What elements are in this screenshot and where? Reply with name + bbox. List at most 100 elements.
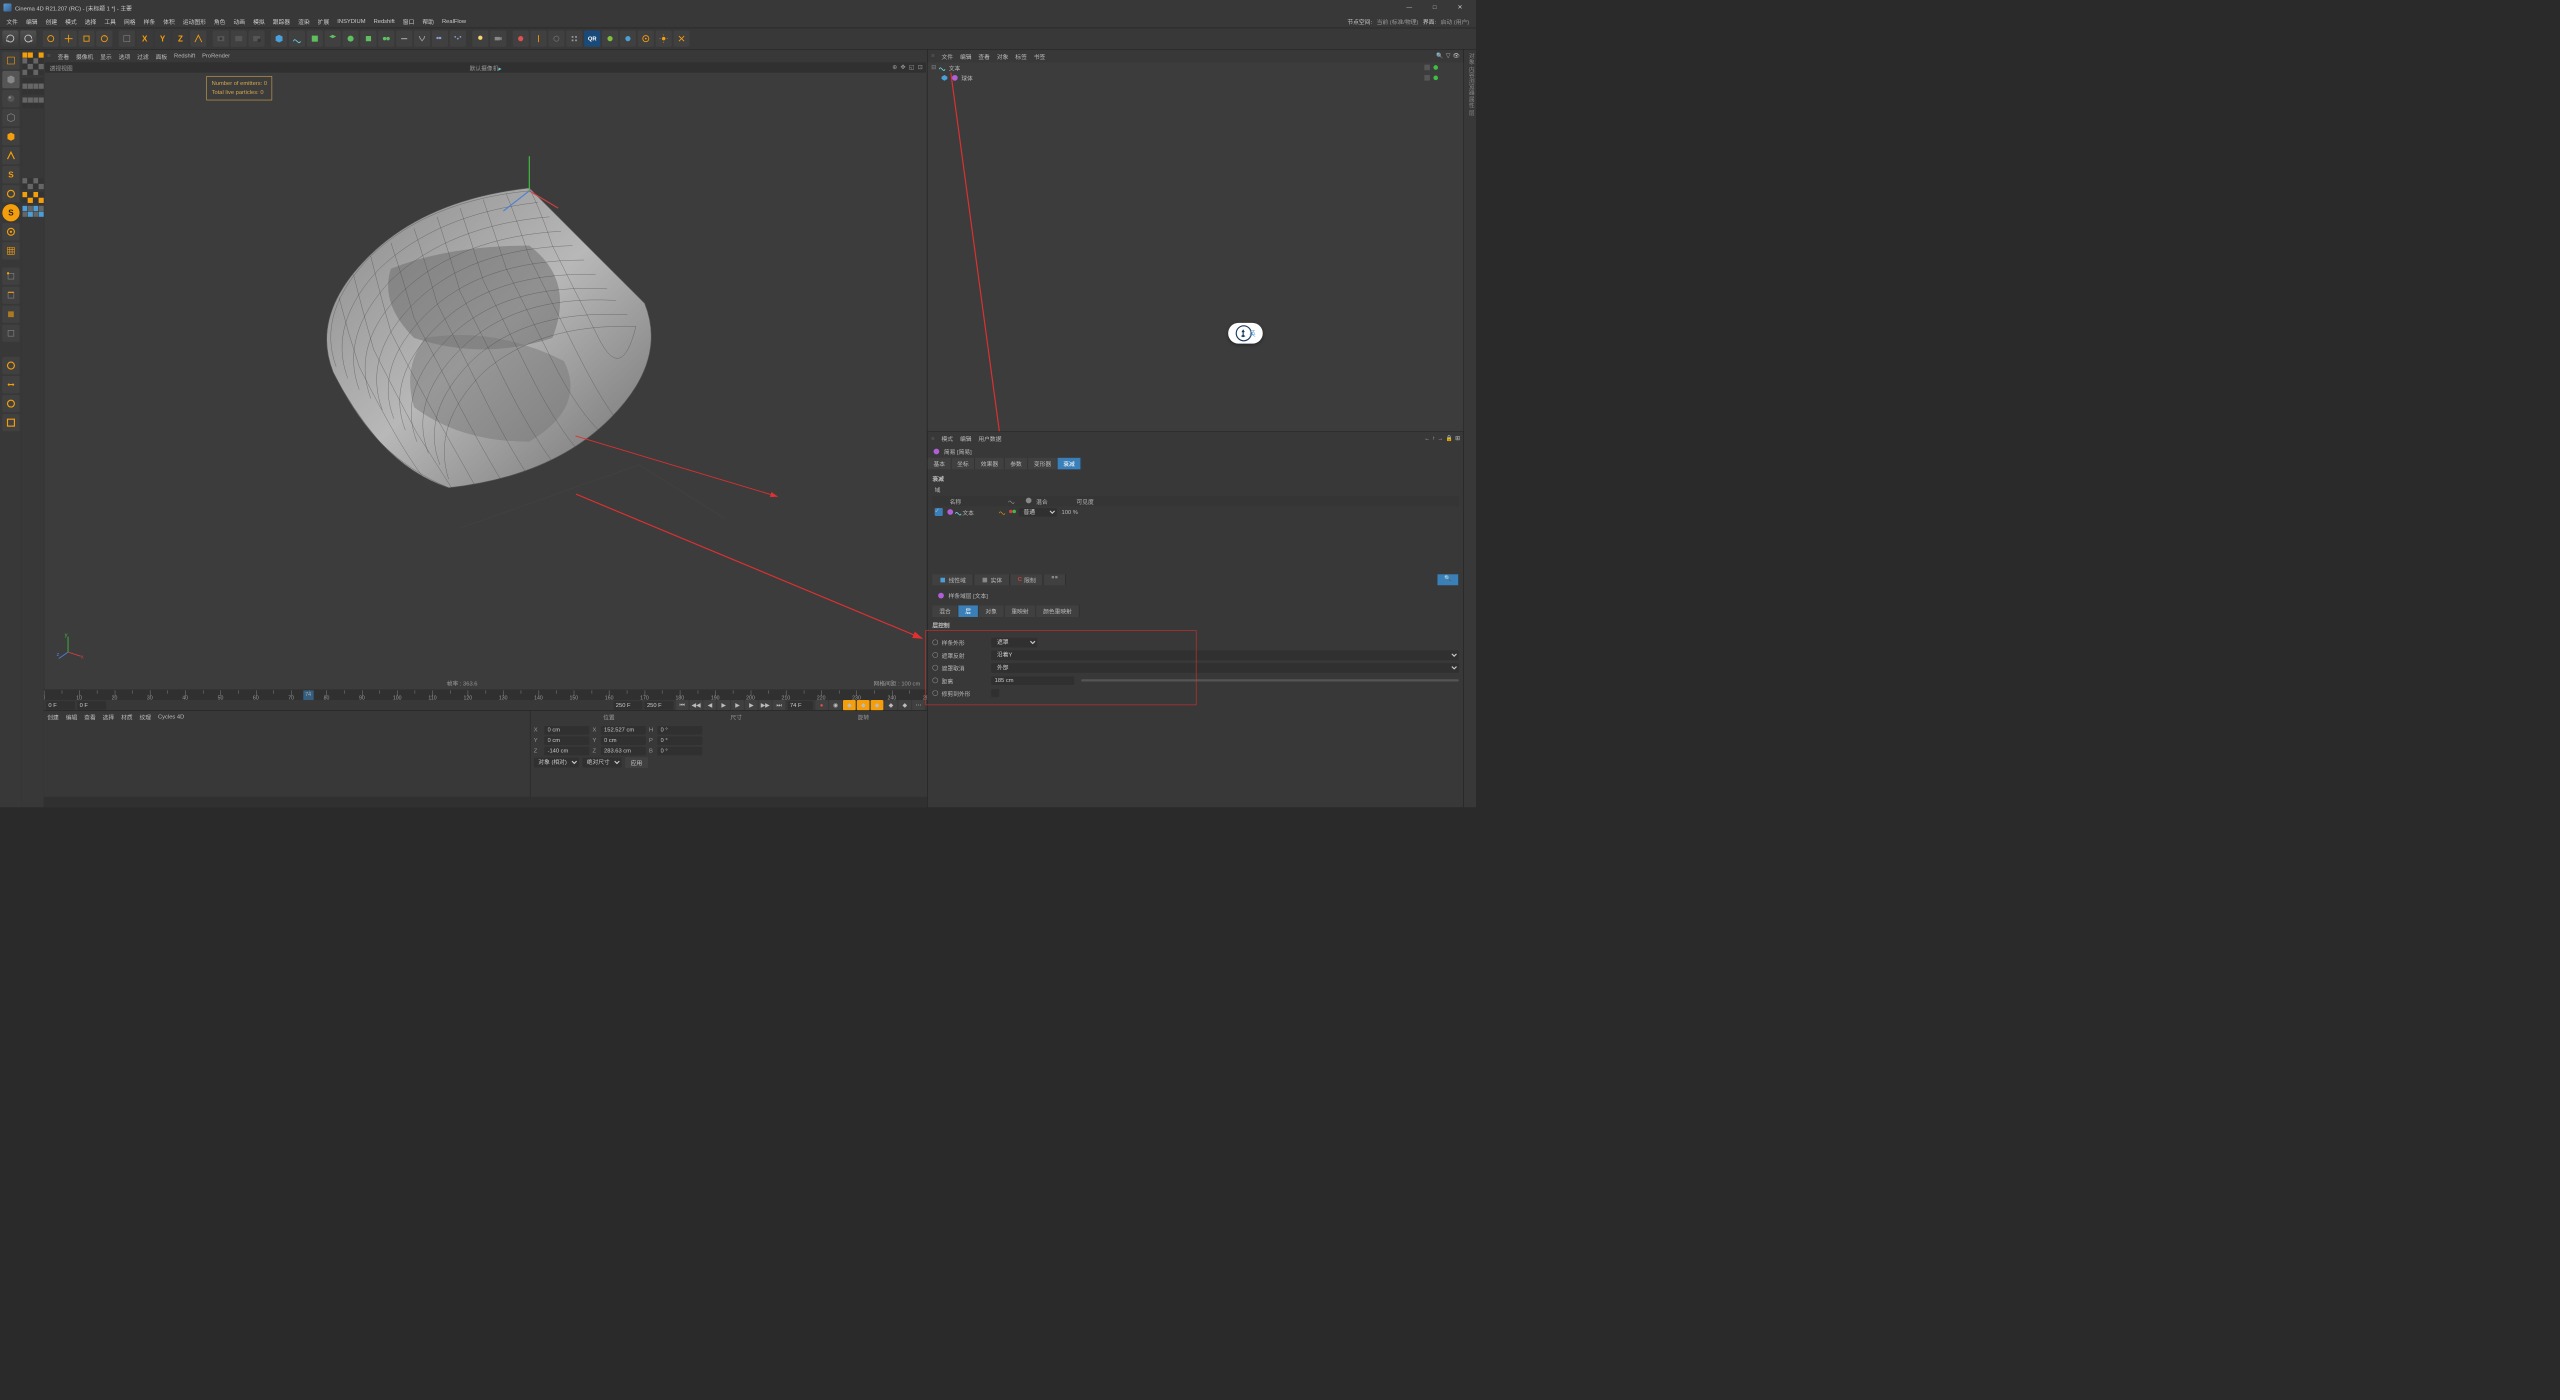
vtab-redshift[interactable]: Redshift <box>174 53 195 59</box>
size-mode-select[interactable]: 绝对尺寸 <box>582 758 621 768</box>
mograph-button[interactable] <box>450 31 466 47</box>
ltab-blend[interactable]: 混合 <box>932 605 958 617</box>
size-z-input[interactable] <box>601 747 646 756</box>
camera-icon[interactable] <box>490 31 506 47</box>
menu-insydium[interactable]: INSYDIUM <box>333 18 369 24</box>
coord-mode-select[interactable]: 对象 (相对) <box>534 758 579 768</box>
render-settings-button[interactable] <box>249 31 265 47</box>
mask-select[interactable]: 外部 <box>991 663 1459 673</box>
environment-button[interactable] <box>360 31 376 47</box>
vtab-display[interactable]: 显示 <box>100 52 112 61</box>
key-opts-button[interactable]: ⋯ <box>912 700 925 710</box>
field-enable-check[interactable]: ✓ <box>935 508 943 516</box>
axis-select[interactable]: 沿着Y <box>991 650 1459 660</box>
linear-field-button[interactable]: 线性域 <box>932 574 973 585</box>
prev-frame-button[interactable]: ◀ <box>703 700 716 710</box>
generator-button[interactable] <box>307 31 323 47</box>
point-mode-button[interactable] <box>2 268 19 285</box>
key-pla-button[interactable]: ◆ <box>898 700 911 710</box>
menu-select[interactable]: 选择 <box>81 17 101 26</box>
viewport-3d[interactable]: Number of emitters: 0 Total live particl… <box>45 73 926 690</box>
menu-redshift[interactable]: Redshift <box>370 18 399 24</box>
attr-up-icon[interactable]: ↑ <box>1432 435 1435 441</box>
tab-falloff[interactable]: 衰减 <box>1057 458 1081 470</box>
vtab-options[interactable]: 选项 <box>119 52 131 61</box>
mat-cycles[interactable]: Cycles 4D <box>158 714 184 720</box>
size-y-input[interactable] <box>601 736 646 745</box>
rotate-button[interactable] <box>2 395 19 412</box>
select-tool[interactable] <box>43 31 59 47</box>
tree-item-sphere[interactable]: 球体 <box>928 73 1464 83</box>
edge-mode-button[interactable] <box>2 287 19 304</box>
plugin1-button[interactable] <box>602 31 618 47</box>
axis-y-button[interactable]: Y <box>155 31 171 47</box>
obj-bookmarks[interactable]: 书签 <box>1034 52 1046 61</box>
object-tree[interactable]: ⊟ 文本 球体 <box>928 62 1464 431</box>
mat-edit[interactable]: 编辑 <box>66 712 78 721</box>
extra5-button[interactable] <box>673 31 689 47</box>
field-row[interactable]: ✓ 文本 普通 100 % <box>932 506 1458 518</box>
attr-mode[interactable]: 模式 <box>941 434 953 443</box>
mat-material[interactable]: 材质 <box>121 712 133 721</box>
live-select-button[interactable] <box>2 357 19 374</box>
undo-button[interactable] <box>2 31 18 47</box>
obj-filter-icon[interactable]: ▽ <box>1446 53 1450 59</box>
extra3-button[interactable] <box>548 31 564 47</box>
menu-spline[interactable]: 样条 <box>140 17 160 26</box>
plugin2-button[interactable] <box>620 31 636 47</box>
grid-button[interactable] <box>2 242 19 259</box>
tree-item-text[interactable]: ⊟ 文本 <box>928 62 1464 72</box>
move-button[interactable] <box>2 376 19 393</box>
goto-start-button[interactable]: ⏮ <box>676 700 689 710</box>
snap-o-button[interactable] <box>2 185 19 202</box>
grip-icon[interactable]: ≡ <box>47 53 50 59</box>
vp-zoom-icon[interactable]: ◱ <box>909 64 914 70</box>
menu-tracker[interactable]: 跟踪器 <box>269 17 294 26</box>
deformer-button[interactable] <box>343 31 359 47</box>
viewport-camera[interactable]: 默认摄像机▸ <box>470 63 502 72</box>
range-start-input[interactable] <box>46 701 75 710</box>
vtab-camera[interactable]: 摄像机 <box>76 52 93 61</box>
scale-tool[interactable] <box>78 31 94 47</box>
cur-end-input[interactable] <box>614 701 643 710</box>
menu-mograph[interactable]: 运动图形 <box>179 17 210 26</box>
menu-volume[interactable]: 体积 <box>159 17 179 26</box>
goto-end-button[interactable]: ⏭ <box>773 700 786 710</box>
size-x-input[interactable] <box>601 726 646 735</box>
tab-basic[interactable]: 基本 <box>928 458 952 470</box>
light-button[interactable] <box>414 31 430 47</box>
mat-view[interactable]: 查看 <box>84 712 96 721</box>
extra1-button[interactable] <box>513 31 529 47</box>
attr-new-icon[interactable]: ⊞ <box>1455 435 1460 441</box>
field-button[interactable] <box>378 31 394 47</box>
search-field-button[interactable]: 🔍 <box>1437 574 1459 585</box>
extra-toolbar-button[interactable] <box>1044 574 1065 585</box>
ltab-object[interactable]: 对象 <box>978 605 1004 617</box>
make-editable-button[interactable] <box>2 52 19 69</box>
axis-z-button[interactable]: Z <box>172 31 188 47</box>
menu-file[interactable]: 文件 <box>2 17 22 26</box>
menu-tools[interactable]: 工具 <box>100 17 120 26</box>
camera-button[interactable] <box>396 31 412 47</box>
qr-button[interactable]: QR <box>584 31 600 47</box>
obj-file[interactable]: 文件 <box>941 52 953 61</box>
obj-objects[interactable]: 对象 <box>997 52 1009 61</box>
polygon-mode-button[interactable] <box>2 306 19 323</box>
volume-button[interactable] <box>432 31 448 47</box>
workplane-button[interactable] <box>2 109 19 126</box>
minimize-button[interactable]: — <box>1397 0 1422 15</box>
texture-mode-button[interactable] <box>2 90 19 107</box>
obj-view[interactable]: 查看 <box>978 52 990 61</box>
apply-button[interactable]: 应用 <box>625 757 648 768</box>
axis-radio[interactable] <box>932 652 938 658</box>
play-button[interactable]: ▶ <box>731 700 744 710</box>
tweak-button[interactable] <box>2 223 19 240</box>
dist-input[interactable] <box>991 676 1074 685</box>
ltab-layer[interactable]: 层 <box>958 605 978 617</box>
rot-p-input[interactable] <box>657 736 702 745</box>
nodespace-value[interactable]: 当前 (标准/物理) <box>1377 17 1419 26</box>
key-param-button[interactable]: ◆ <box>885 700 898 710</box>
menu-mode[interactable]: 模式 <box>61 17 81 26</box>
bulb-icon[interactable] <box>472 31 488 47</box>
model-mode-button[interactable] <box>2 71 19 88</box>
